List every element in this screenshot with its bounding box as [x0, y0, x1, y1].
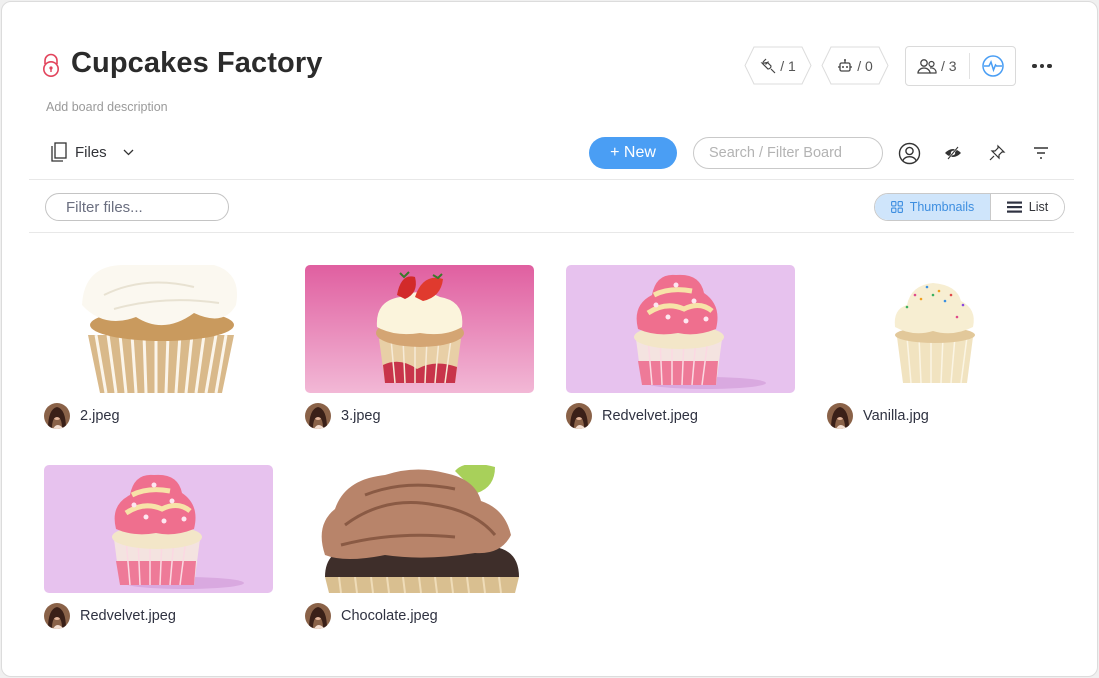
person-filter-icon	[898, 142, 920, 164]
people-icon	[917, 59, 937, 74]
activity-button[interactable]	[970, 54, 1015, 78]
pin-button[interactable]	[985, 141, 1009, 165]
file-thumbnail[interactable]	[44, 465, 273, 593]
plug-icon	[760, 58, 776, 73]
file-card[interactable]: 3.jpeg	[305, 265, 534, 429]
automations-count: / 0	[857, 57, 873, 74]
person-filter-button[interactable]	[897, 141, 921, 165]
list-label: List	[1028, 200, 1049, 214]
robot-icon	[838, 58, 853, 72]
file-thumbnail[interactable]	[44, 265, 273, 393]
chevron-down-icon	[123, 149, 134, 155]
file-thumbnail[interactable]	[827, 265, 1056, 393]
list-icon	[1006, 201, 1022, 213]
new-item-button[interactable]: + New	[589, 137, 677, 169]
view-toggle: Thumbnails List	[874, 193, 1065, 221]
automations-button[interactable]: / 0	[821, 46, 889, 85]
thumbnails-toggle[interactable]: Thumbnails	[875, 194, 991, 220]
files-icon	[51, 142, 67, 162]
grid-icon	[890, 201, 903, 213]
hide-eye-icon	[945, 146, 961, 160]
members-count: / 3	[941, 58, 957, 74]
file-card[interactable]: 2.jpeg	[44, 265, 273, 429]
dot	[1047, 63, 1052, 69]
file-card[interactable]: Vanilla.jpg	[827, 265, 1056, 429]
integrations-count: / 1	[780, 57, 796, 74]
board-title[interactable]: Cupcakes Factory	[71, 47, 322, 80]
avatar[interactable]	[305, 603, 331, 629]
avatar[interactable]	[44, 603, 70, 629]
board-window: Cupcakes Factory Add board description /…	[1, 1, 1098, 677]
more-options-button[interactable]	[1030, 57, 1054, 75]
filter-files-input[interactable]: Filter files...	[45, 193, 229, 221]
board-description[interactable]: Add board description	[46, 100, 168, 114]
file-name[interactable]: Redvelvet.jpeg	[80, 608, 176, 624]
file-thumbnail[interactable]	[305, 265, 534, 393]
avatar[interactable]	[305, 403, 331, 429]
sort-filter-icon	[1034, 147, 1048, 159]
file-thumbnail[interactable]	[305, 465, 534, 593]
list-toggle[interactable]: List	[991, 194, 1064, 220]
view-selector[interactable]: Files	[51, 142, 134, 162]
file-thumbnail[interactable]	[566, 265, 795, 393]
hide-button[interactable]	[941, 141, 965, 165]
file-card[interactable]: Redvelvet.jpeg	[566, 265, 795, 429]
search-input[interactable]: Search / Filter Board	[693, 137, 883, 169]
pin-icon	[989, 144, 1006, 161]
thumbnails-label: Thumbnails	[909, 200, 975, 214]
avatar[interactable]	[827, 403, 853, 429]
avatar[interactable]	[44, 403, 70, 429]
file-card[interactable]: Chocolate.jpeg	[305, 465, 534, 629]
avatar[interactable]	[566, 403, 592, 429]
dot	[1039, 63, 1045, 69]
file-name[interactable]: 3.jpeg	[341, 408, 381, 424]
more-dots-icon	[1032, 63, 1037, 69]
lock-icon[interactable]	[40, 53, 62, 77]
file-name[interactable]: Redvelvet.jpeg	[602, 408, 698, 424]
toolbar-divider	[29, 179, 1074, 180]
file-card[interactable]: Redvelvet.jpeg	[44, 465, 273, 629]
integrations-button[interactable]: / 1	[744, 46, 812, 85]
file-name[interactable]: Chocolate.jpeg	[341, 608, 438, 624]
sort-filter-button[interactable]	[1029, 141, 1053, 165]
activity-pulse-icon	[981, 55, 1004, 77]
view-name: Files	[75, 143, 107, 161]
file-name[interactable]: Vanilla.jpg	[863, 408, 929, 424]
files-divider	[29, 232, 1074, 233]
members-button[interactable]: / 3	[906, 58, 969, 74]
members-activity-group: / 3	[905, 46, 1016, 86]
file-name[interactable]: 2.jpeg	[80, 408, 120, 424]
